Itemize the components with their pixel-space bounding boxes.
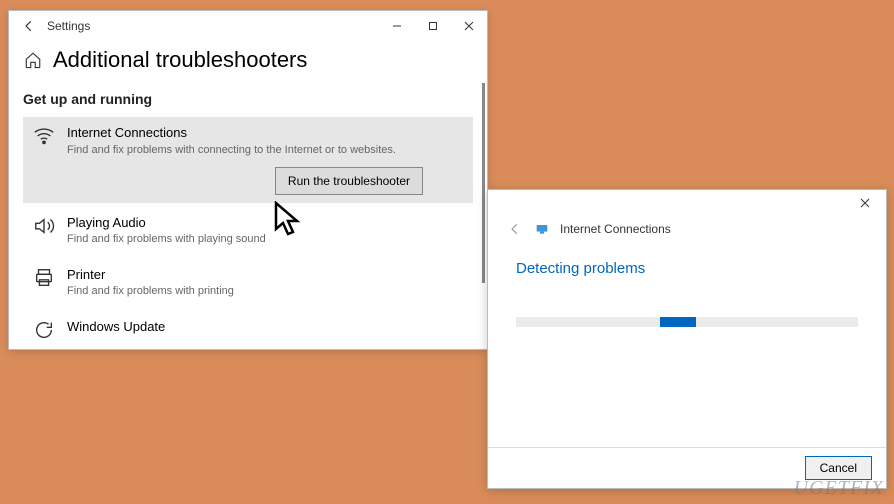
troubleshooter-item-printer[interactable]: Printer Find and fix problems with print… [23,259,473,307]
network-icon [534,221,550,237]
back-button[interactable] [19,16,39,36]
page-title: Additional troubleshooters [53,47,307,73]
troubleshooter-item-update[interactable]: Windows Update [23,311,473,349]
dialog-back-button[interactable] [506,220,524,238]
troubleshooter-dialog: Internet Connections Detecting problems … [487,189,887,489]
home-icon[interactable] [23,50,43,70]
update-icon [33,319,55,341]
troubleshooter-item-audio[interactable]: Playing Audio Find and fix problems with… [23,207,473,255]
progress-indicator [660,317,696,327]
scrollbar[interactable] [482,83,485,283]
network-icon [33,125,55,147]
printer-icon [33,267,55,289]
dialog-titlebar [488,190,886,216]
troubleshooter-title: Windows Update [67,319,463,335]
dialog-body: Detecting problems [488,246,886,447]
window-controls [379,11,487,41]
troubleshooter-desc: Find and fix problems with playing sound [67,232,463,246]
troubleshooter-title: Printer [67,267,463,283]
dialog-app-title: Internet Connections [560,222,671,236]
dialog-header: Internet Connections [488,216,886,246]
sound-icon [33,215,55,237]
section-title: Get up and running [23,91,473,107]
troubleshooter-item-internet[interactable]: Internet Connections Find and fix proble… [23,117,473,203]
maximize-button[interactable] [415,11,451,41]
dialog-status-text: Detecting problems [516,260,858,277]
close-button[interactable] [451,11,487,41]
settings-header: Additional troubleshooters [9,41,487,83]
watermark: UGETFIX [794,477,884,500]
settings-titlebar: Settings [9,11,487,41]
run-troubleshooter-button[interactable]: Run the troubleshooter [275,167,423,195]
settings-body: Get up and running Internet Connections … [9,83,487,363]
minimize-button[interactable] [379,11,415,41]
dialog-close-button[interactable] [850,192,880,214]
settings-titlebar-label: Settings [39,19,379,33]
troubleshooter-title: Internet Connections [67,125,463,141]
troubleshooter-desc: Find and fix problems with connecting to… [67,143,463,157]
troubleshooter-desc: Find and fix problems with printing [67,284,463,298]
troubleshooter-list: Internet Connections Find and fix proble… [23,117,473,349]
progress-bar [516,317,858,327]
troubleshooter-title: Playing Audio [67,215,463,231]
settings-window: Settings Additional troubleshooters Get … [8,10,488,350]
